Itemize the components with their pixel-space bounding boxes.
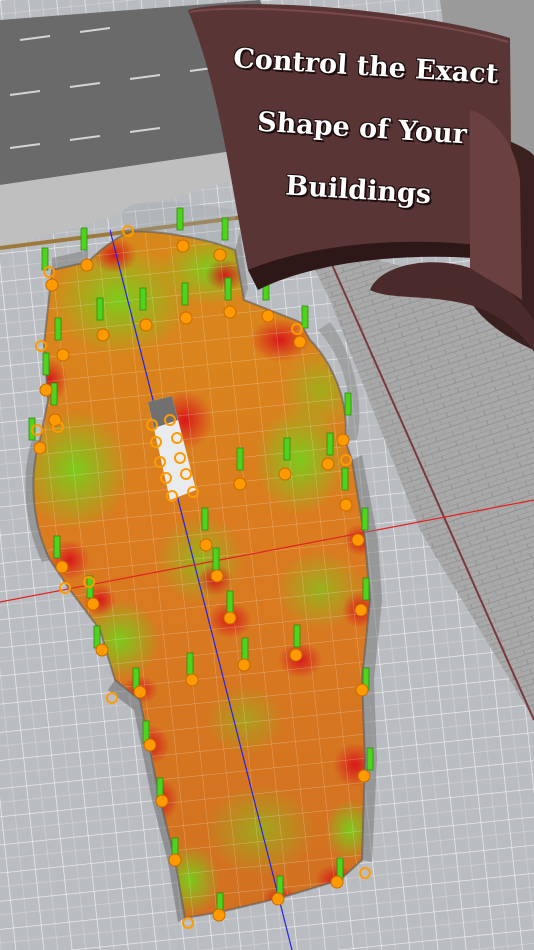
support-pillar-icon[interactable] <box>139 287 147 311</box>
vertex-handle-icon[interactable] <box>330 875 344 889</box>
vertex-handle-icon[interactable] <box>179 311 193 325</box>
headline-text: Control the Exact Shape of Your Building… <box>207 27 518 231</box>
support-pillar-icon[interactable] <box>54 317 62 341</box>
vertex-handle-icon[interactable] <box>233 477 247 491</box>
vertex-handle-icon[interactable] <box>143 738 157 752</box>
vertex-handle-icon[interactable] <box>354 603 368 617</box>
support-pillar-icon[interactable] <box>53 535 61 559</box>
vertex-handle-icon[interactable] <box>212 908 226 922</box>
vertex-handle-icon[interactable] <box>199 538 213 552</box>
vertex-handle-icon[interactable] <box>185 673 199 687</box>
vertex-handle-icon[interactable] <box>293 335 307 349</box>
support-pillar-icon[interactable] <box>326 432 334 456</box>
vertex-handle-icon[interactable] <box>210 569 224 583</box>
vertex-handle-icon[interactable] <box>139 318 153 332</box>
support-pillar-icon[interactable] <box>341 467 349 491</box>
support-pillar-icon[interactable] <box>241 637 249 661</box>
vertex-handle-icon[interactable] <box>33 441 47 455</box>
vertex-handle-icon[interactable] <box>355 683 369 697</box>
vertex-handle-icon[interactable] <box>176 239 190 253</box>
vertex-handle-icon[interactable] <box>39 383 53 397</box>
vertex-handle-icon[interactable] <box>289 648 303 662</box>
support-pillar-icon[interactable] <box>362 577 370 601</box>
vertex-handle-icon[interactable] <box>351 533 365 547</box>
support-pillar-icon[interactable] <box>201 507 209 531</box>
support-pillar-icon[interactable] <box>361 507 369 531</box>
vertex-handle-icon[interactable] <box>155 794 169 808</box>
support-pillar-icon[interactable] <box>96 297 104 321</box>
support-pillar-icon[interactable] <box>80 227 88 251</box>
vertex-handle-icon[interactable] <box>133 685 147 699</box>
vertex-handle-icon[interactable] <box>261 309 275 323</box>
vertex-handle-icon[interactable] <box>95 643 109 657</box>
support-pillar-icon[interactable] <box>236 447 244 471</box>
vertex-handle-icon[interactable] <box>357 769 371 783</box>
support-pillar-icon[interactable] <box>212 547 220 571</box>
vertex-handle-icon[interactable] <box>339 498 353 512</box>
support-pillar-icon[interactable] <box>50 382 58 406</box>
vertex-handle-icon[interactable] <box>168 853 182 867</box>
support-pillar-icon[interactable] <box>301 305 309 329</box>
vertex-handle-icon[interactable] <box>213 248 227 262</box>
vertex-handle-icon[interactable] <box>223 611 237 625</box>
vertex-handle-icon[interactable] <box>321 457 335 471</box>
vertex-handle-icon[interactable] <box>278 467 292 481</box>
support-pillar-icon[interactable] <box>42 352 50 376</box>
vertex-handle-icon[interactable] <box>86 597 100 611</box>
app-screenshot: Control the Exact Shape of Your Building… <box>0 0 534 950</box>
support-pillar-icon[interactable] <box>221 217 229 241</box>
vertex-handle-icon[interactable] <box>336 433 350 447</box>
vertex-handle-icon[interactable] <box>271 892 285 906</box>
support-pillar-icon[interactable] <box>283 437 291 461</box>
support-pillar-icon[interactable] <box>181 282 189 306</box>
vertex-handle-icon[interactable] <box>96 328 110 342</box>
support-pillar-icon[interactable] <box>176 207 184 231</box>
support-pillar-icon[interactable] <box>186 652 194 676</box>
vertex-handle-icon[interactable] <box>56 348 70 362</box>
vertex-handle-icon[interactable] <box>55 560 69 574</box>
vertex-handle-icon[interactable] <box>223 305 237 319</box>
support-pillar-icon[interactable] <box>366 747 374 771</box>
support-pillar-icon[interactable] <box>344 392 352 416</box>
support-pillar-icon[interactable] <box>262 277 270 301</box>
support-pillar-icon[interactable] <box>224 277 232 301</box>
vertex-handle-icon[interactable] <box>45 278 59 292</box>
vertex-handle-icon[interactable] <box>237 658 251 672</box>
support-pillar-icon[interactable] <box>293 624 301 648</box>
support-pillar-icon[interactable] <box>226 590 234 614</box>
vertex-handle-icon[interactable] <box>80 258 94 272</box>
